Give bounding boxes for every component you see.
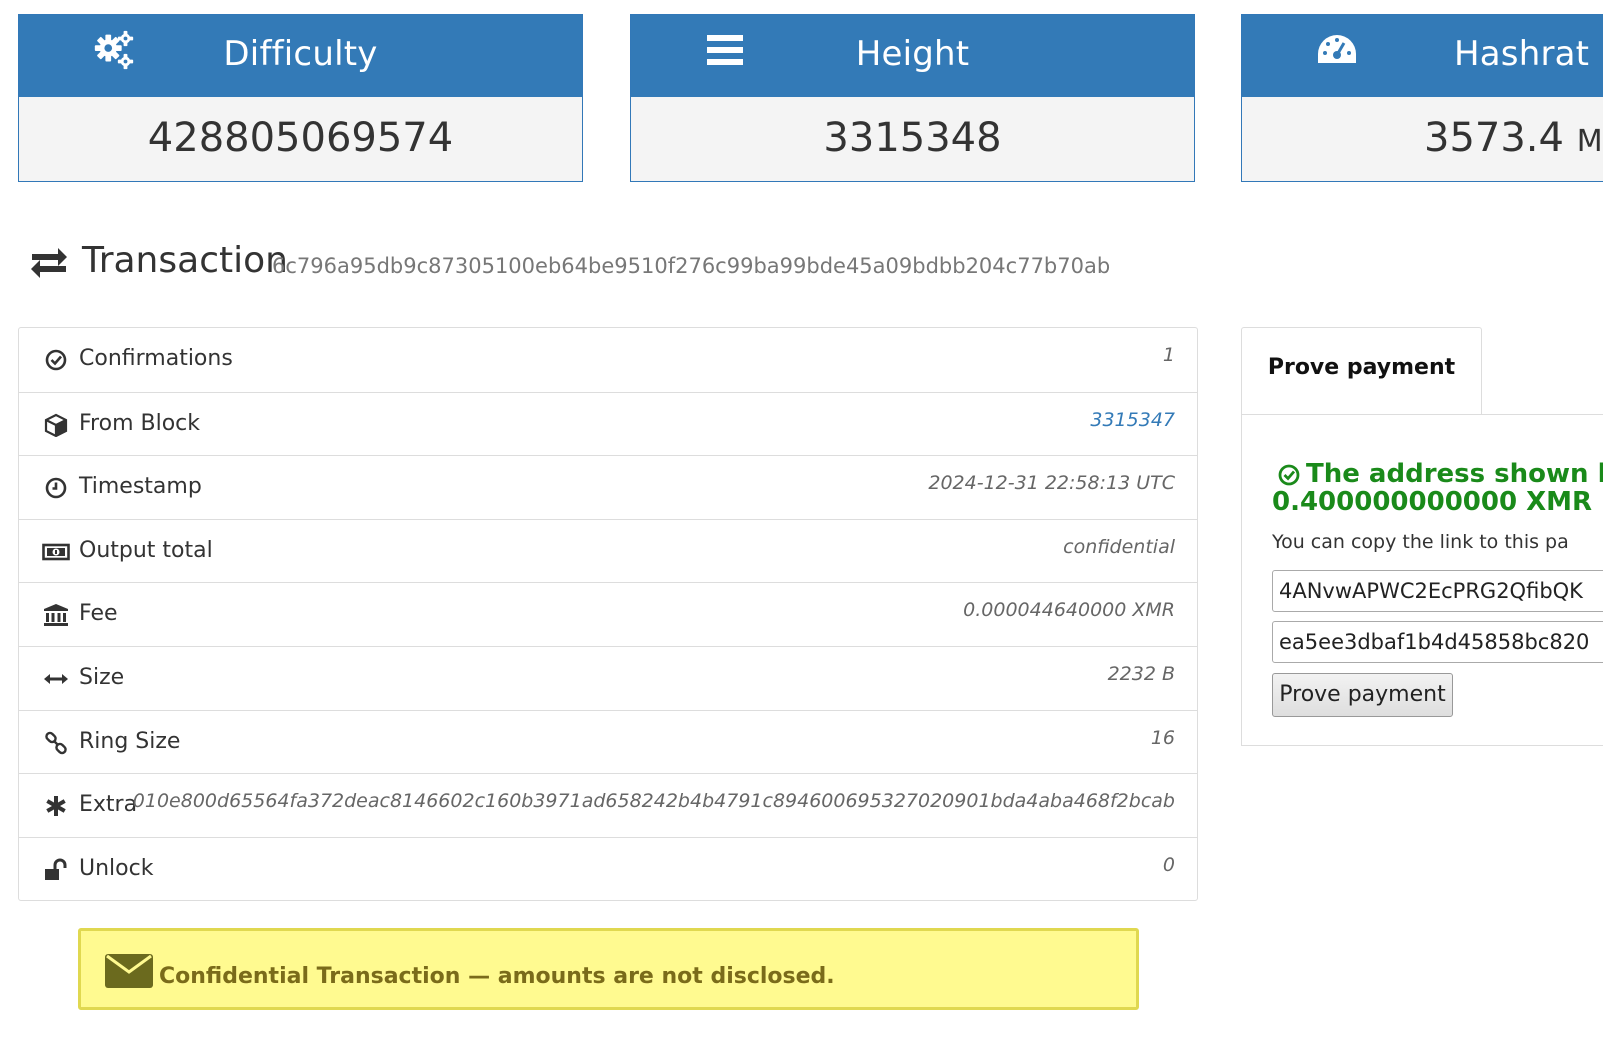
stat-title: Hashrat [1454,34,1590,74]
stat-card-header: Hashrat [1242,15,1603,97]
height-value: 3315348 [823,115,1002,161]
stat-value: 428805069574 [19,115,582,161]
stat-card-header: Difficulty [19,15,582,97]
tachometer-icon [1318,35,1356,63]
row-label: Ring Size [79,728,181,754]
stat-card-header: Height [631,15,1194,97]
stat-value: 3315348 [631,115,1194,161]
row-value: 3315347 [1090,409,1175,431]
asterisk-icon [46,796,66,817]
chain-icon [45,731,67,754]
hashrate-unit: M [1576,124,1603,159]
check-circle-icon [45,349,67,371]
row-value: 16 [1150,726,1175,749]
unlock-icon [45,858,67,880]
row-label: Size [79,664,125,690]
row-label: Fee [79,601,118,627]
row-label: Extra [79,792,138,818]
confidential-notice: Confidential Transaction — amounts are n… [78,928,1139,1010]
table-row-size: Size 2232 B [19,645,1197,710]
table-row-confirmations: Confirmations 1 [19,328,1197,392]
prove-payment-panel: The address shown b 0.400000000000 XMR Y… [1241,414,1603,746]
table-row-ring-size: Ring Size 16 [19,709,1197,774]
hashrate-value: 3573.4 [1424,115,1564,161]
envelope-icon [105,954,153,988]
difficulty-value: 428805069574 [147,115,454,161]
money-icon [42,543,70,561]
copy-link-text: You can copy the link to this pa [1272,531,1569,553]
row-label: Output total [79,537,213,563]
block-link[interactable]: 3315347 [1090,409,1175,431]
row-value: 2232 B [1107,662,1175,685]
stat-card-height: Height 3315348 [630,14,1195,182]
table-row-output-total: Output total confidential [19,518,1197,583]
bank-icon [44,604,68,627]
exchange-icon [31,248,67,278]
tab-prove-payment[interactable]: Prove payment [1241,327,1482,415]
row-label: Unlock [79,855,154,881]
notice-text: Confidential Transaction — amounts are n… [159,964,835,989]
stat-title: Height [855,34,970,74]
row-value: confidential [1063,535,1175,558]
stat-title: Difficulty [223,34,378,74]
table-row-fee: Fee 0.000044640000 XMR [19,582,1197,646]
stat-card-hashrate: Hashrat 3573.4 M [1241,14,1603,182]
stat-value: 3573.4 M [1424,115,1603,161]
row-value: 010e800d65564fa372deac8146602c160b3971ad… [132,790,1175,813]
row-label: Confirmations [79,346,233,371]
row-value: 2024-12-31 22:58:13 UTC [928,472,1175,495]
arrows-h-icon [44,673,68,684]
row-value: 0 [1162,853,1175,876]
success-message: The address shown b [1306,459,1603,489]
stat-card-difficulty: Difficulty 428805069574 [18,14,583,182]
success-amount: 0.400000000000 XMR [1272,487,1593,517]
row-label: From Block [79,410,200,436]
row-value: 1 [1162,344,1175,366]
transaction-details-table: Confirmations 1 From Block 3315347 Times… [18,327,1198,902]
cube-icon [44,413,68,437]
table-row-timestamp: Timestamp 2024-12-31 22:58:13 UTC [19,455,1197,519]
table-row-extra: Extra 010e800d65564fa372deac8146602c160b… [19,773,1197,837]
row-label: Timestamp [79,474,202,500]
tx-key-field[interactable]: ea5ee3dbaf1b4d45858bc820 [1272,621,1603,663]
table-row-unlock: Unlock 0 [19,836,1197,901]
clock-icon [45,477,67,499]
prove-payment-button[interactable]: Prove payment [1272,673,1453,717]
transaction-title: Transaction [82,240,288,281]
transaction-hash: 6c796a95db9c87305100eb64be9510f276c99ba9… [272,254,1111,278]
address-field[interactable]: 4ANvwAPWC2EcPRG2QfibQK [1272,570,1603,612]
check-circle-icon [1278,464,1300,486]
table-row-from-block: From Block 3315347 [19,391,1197,456]
tab-label: Prove payment [1267,355,1456,380]
row-value: 0.000044640000 XMR [963,599,1175,622]
